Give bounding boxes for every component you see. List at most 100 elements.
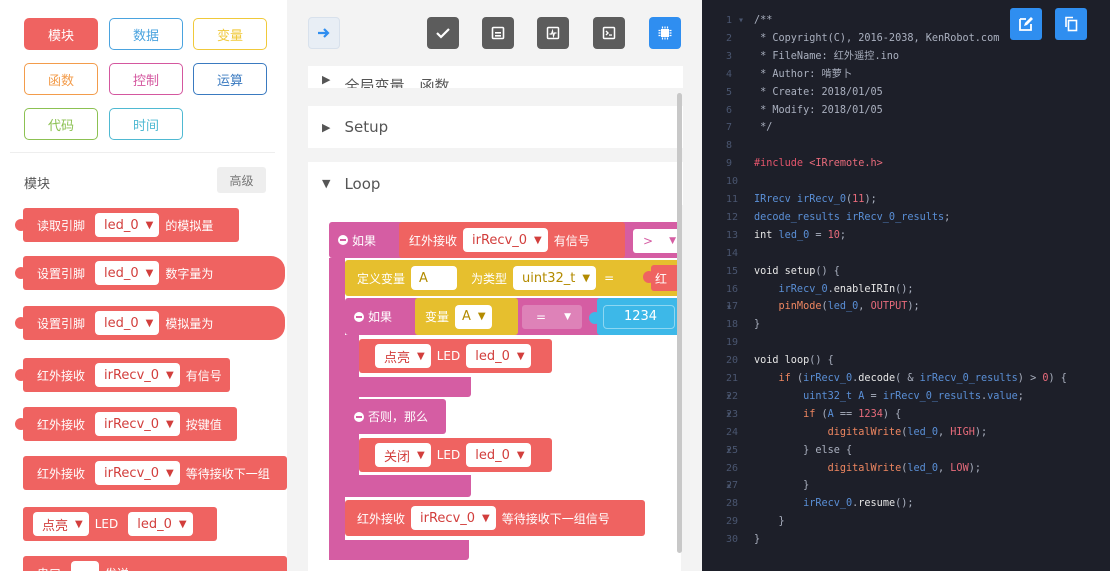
collapse-icon[interactable] (354, 411, 364, 422)
block-ir-key-value[interactable]: 红外接收 irRecv_0 ▼ 按键值 (15, 407, 237, 441)
compare-operator-dropdown[interactable]: > ▼ (633, 229, 681, 253)
led-on-block[interactable]: 点亮 ▼ LED led_0 ▼ (359, 339, 552, 373)
ir-dropdown[interactable]: irRecv_0 ▼ (411, 506, 496, 530)
line-number: 23 (726, 408, 739, 420)
pin-dropdown[interactable]: led_0 ▼ (95, 213, 160, 237)
category-tab[interactable]: 模块 (24, 18, 98, 50)
led-state-dropdown[interactable]: 点亮 ▼ (375, 344, 431, 368)
category-tab[interactable]: 数据 (109, 18, 183, 50)
code-token: = (809, 229, 828, 241)
led-state-dropdown[interactable]: 关闭 ▼ (375, 443, 431, 467)
block-ir-has-signal[interactable]: 红外接收 irRecv_0 ▼ 有信号 (15, 358, 230, 392)
ir-resume-block[interactable]: 红外接收 irRecv_0 ▼ 等待接收下一组信号 (345, 500, 645, 536)
block-led-set[interactable]: 点亮 ▼ LED led_0 ▼ (23, 507, 217, 541)
line-number: 26 ▾ (726, 462, 739, 492)
ir-dropdown[interactable]: irRecv_0 ▼ (95, 363, 180, 387)
if-label: 如果 (352, 233, 377, 248)
variable-ref-block[interactable]: 变量 A ▼ (415, 298, 518, 335)
category-tab[interactable]: 运算 (193, 63, 267, 95)
led-state-dropdown[interactable]: 点亮 ▼ (33, 512, 89, 536)
block-serial-send[interactable]: 串口 发送 (23, 556, 287, 571)
led-off-block[interactable]: 关闭 ▼ LED led_0 ▼ (359, 438, 552, 472)
code-token: setup (784, 265, 816, 277)
block-label: 有信号 (553, 233, 590, 248)
category-tab[interactable]: 控制 (109, 63, 183, 95)
define-variable-block[interactable]: 定义变量 A 为类型 uint32_t ▼ = (345, 260, 681, 296)
edit-code-button[interactable] (1010, 8, 1042, 40)
block-analog-read[interactable]: 读取引脚 led_0 ▼ 的模拟量 (15, 208, 239, 242)
terminal-button[interactable] (593, 17, 625, 49)
code-token: ; (944, 211, 951, 223)
caret-right-icon: ▶ (322, 120, 331, 134)
chip-icon (658, 26, 672, 40)
section-loop[interactable]: ▼ Loop (308, 162, 683, 205)
section-global[interactable]: ▶ 全局变量、函数 (308, 66, 683, 88)
block-ir-wait-next[interactable]: 红外接收 irRecv_0 ▼ 等待接收下一组 (23, 456, 287, 490)
workspace-scrollbar[interactable] (677, 93, 682, 553)
toggle-sidebar-button[interactable] (308, 17, 340, 49)
ir-dropdown[interactable]: irRecv_0 ▼ (95, 461, 180, 485)
block-notch (15, 267, 27, 279)
code-token: led_0 (827, 301, 859, 313)
line-number: 21 ▾ (726, 373, 739, 402)
collapse-icon[interactable] (338, 235, 348, 245)
line-number: 16 ▾ (726, 283, 739, 313)
category-tab[interactable]: 时间 (109, 108, 183, 140)
serial-dropdown[interactable] (71, 561, 100, 571)
collapse-icon[interactable] (354, 311, 364, 322)
section-label: Loop (344, 174, 381, 193)
block-label: LED (436, 448, 461, 462)
verify-button[interactable] (427, 17, 459, 49)
code-line: } (754, 531, 760, 549)
inner-if-footer (345, 475, 471, 497)
board-button[interactable] (649, 17, 681, 49)
code-token: , (938, 426, 951, 438)
category-tab[interactable]: 函数 (24, 63, 98, 95)
code-line: * Create: 2018/01/05 (754, 84, 883, 102)
code-token: () { (815, 265, 840, 277)
code-token: , (858, 301, 871, 313)
number-block[interactable]: 1234 (597, 298, 681, 335)
code-token: ( & (895, 373, 920, 384)
code-line: decode_results irRecv_0_results; (754, 209, 950, 227)
led-var-dropdown[interactable]: led_0 ▼ (466, 344, 531, 368)
variable-dropdown[interactable]: A ▼ (455, 304, 492, 329)
type-dropdown[interactable]: uint32_t ▼ (513, 266, 597, 290)
ir-dropdown[interactable]: irRecv_0 ▼ (95, 412, 180, 436)
code-line: void setup() { (754, 263, 840, 281)
equality-operator-dropdown[interactable]: = ▼ (522, 305, 582, 329)
pin-dropdown[interactable]: led_0 ▼ (95, 261, 160, 285)
code-line: * FileName: 红外遥控.ino (754, 48, 899, 66)
else-row[interactable]: 否则，那么 (345, 399, 446, 434)
block-label: 红外接收 (37, 466, 86, 481)
led-var-dropdown[interactable]: led_0 ▼ (128, 512, 193, 536)
code-line: */ (754, 119, 772, 137)
line-number: 3 (726, 50, 733, 62)
section-setup[interactable]: ▶ Setup (308, 106, 683, 148)
category-tab[interactable]: 变量 (193, 18, 267, 50)
block-digital-write[interactable]: 设置引脚 led_0 ▼ 数字量为 (15, 256, 285, 290)
block-label: 红外接收 (37, 417, 86, 432)
led-var-dropdown[interactable]: led_0 ▼ (466, 443, 531, 467)
line-number: 19 (726, 337, 739, 349)
code-editor[interactable]: 1 ▾ /** 2 * Copyright(C), 2016-2038, KenRo… (702, 0, 1110, 571)
copy-code-button[interactable] (1055, 8, 1087, 40)
line-number: 28 (726, 498, 739, 510)
number-field[interactable]: 1234 (603, 304, 675, 329)
pin-dropdown[interactable]: led_0 ▼ (95, 311, 160, 335)
variable-name-field[interactable]: A (411, 266, 458, 290)
save-button[interactable] (482, 17, 514, 49)
serial-monitor-button[interactable] (537, 17, 569, 49)
block-analog-write[interactable]: 设置引脚 led_0 ▼ 模拟量为 (15, 306, 285, 340)
caret-right-icon: ▶ (322, 73, 331, 86)
category-tab[interactable]: 代码 (24, 108, 98, 140)
ir-dropdown[interactable]: irRecv_0 ▼ (463, 228, 548, 252)
line-number: 4 (726, 68, 733, 80)
ir-condition-block[interactable]: 红外接收 irRecv_0 ▼ 有信号 (399, 222, 625, 258)
code-line: } (754, 513, 785, 531)
code-token: ); (968, 462, 981, 474)
dropdown-value: led_0 (475, 447, 510, 463)
dropdown-value: led_0 (475, 348, 510, 364)
caret-down-icon: ▼ (178, 518, 187, 530)
advanced-button[interactable]: 高级 (217, 167, 266, 193)
